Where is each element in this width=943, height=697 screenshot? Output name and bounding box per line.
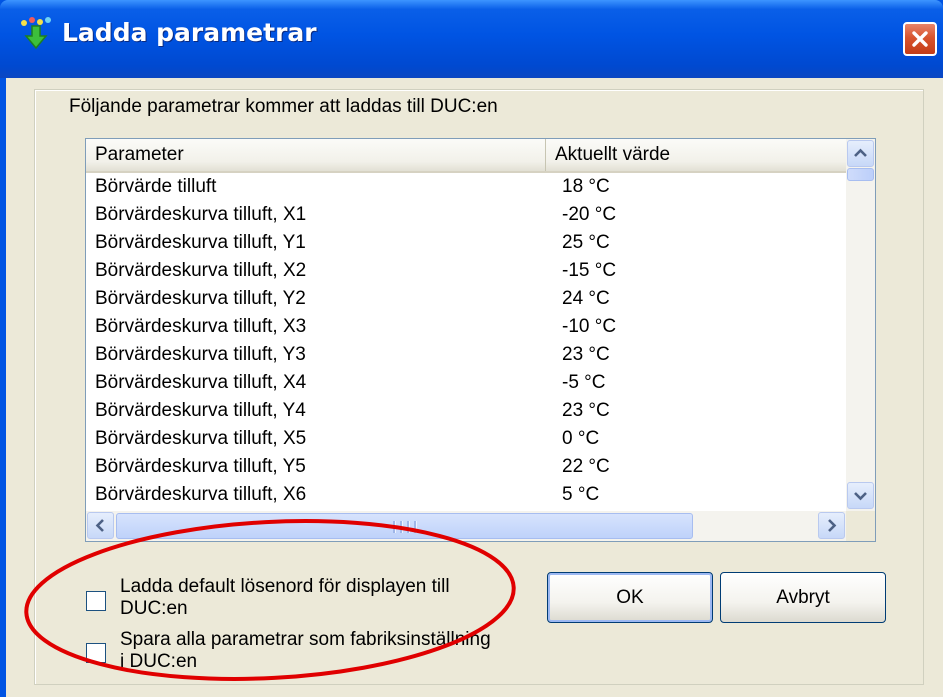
value-cell: 22 °C [562, 456, 610, 477]
scroll-up-button[interactable] [847, 140, 874, 167]
value-cell: -15 °C [562, 260, 617, 281]
value-cell: -20 °C [562, 204, 617, 225]
load-password-label-line2: DUC:en [120, 598, 188, 619]
parameter-cell: Börvärdeskurva tilluft, X1 [95, 204, 307, 225]
save-factory-label-line2: i DUC:en [120, 651, 198, 672]
window-title: Ladda parametrar [62, 18, 317, 47]
parameter-cell: Börvärde tilluft [95, 176, 217, 197]
list-header: Parameter Aktuellt värde [86, 139, 846, 173]
load-password-label[interactable]: Ladda default lösenord för displayen til… [120, 576, 450, 620]
dialog-caption: Följande parametrar kommer att laddas ti… [69, 96, 498, 117]
vertical-scrollbar[interactable] [846, 139, 875, 511]
list-rows: Börvärde tilluft 18 °C Börvärdeskurva til… [86, 173, 846, 509]
parameter-cell: Börvärdeskurva tilluft, X6 [95, 484, 307, 505]
horizontal-scroll-thumb[interactable] [116, 513, 693, 539]
value-cell: -5 °C [562, 372, 606, 393]
value-cell: 23 °C [562, 400, 610, 421]
table-row[interactable]: Börvärdeskurva tilluft, X2 -15 °C [86, 257, 846, 285]
scrollbar-corner [846, 511, 875, 541]
scroll-right-button[interactable] [818, 512, 845, 539]
save-factory-label[interactable]: Spara alla parametrar som fabriksinställ… [120, 629, 491, 673]
table-row[interactable]: Börvärdeskurva tilluft, X3 -10 °C [86, 313, 846, 341]
value-cell: -10 °C [562, 316, 617, 337]
value-cell: 0 °C [562, 428, 600, 449]
title-bar[interactable]: Ladda parametrar [0, 0, 943, 78]
value-cell: 24 °C [562, 288, 610, 309]
value-cell: 5 °C [562, 484, 600, 505]
table-row[interactable]: Börvärdeskurva tilluft, X6 5 °C [86, 481, 846, 509]
scroll-grip-icon [393, 521, 417, 533]
chevron-right-icon [828, 519, 837, 532]
column-header-parameter[interactable]: Parameter [86, 139, 546, 171]
column-header-value[interactable]: Aktuellt värde [546, 139, 846, 171]
table-row[interactable]: Börvärdeskurva tilluft, X5 0 °C [86, 425, 846, 453]
table-row[interactable]: Börvärdeskurva tilluft, X4 -5 °C [86, 369, 846, 397]
parameter-cell: Börvärdeskurva tilluft, X4 [95, 372, 307, 393]
table-row[interactable]: Börvärdeskurva tilluft, X1 -20 °C [86, 201, 846, 229]
close-icon [912, 31, 928, 47]
parameter-cell: Börvärdeskurva tilluft, Y4 [95, 400, 306, 421]
value-cell: 18 °C [562, 176, 610, 197]
table-row[interactable]: Börvärdeskurva tilluft, Y5 22 °C [86, 453, 846, 481]
parameter-cell: Börvärdeskurva tilluft, Y3 [95, 344, 306, 365]
horizontal-scrollbar[interactable] [86, 511, 846, 541]
parameter-cell: Börvärdeskurva tilluft, X3 [95, 316, 307, 337]
parameter-cell: Börvärdeskurva tilluft, Y2 [95, 288, 306, 309]
table-row[interactable]: Börvärdeskurva tilluft, Y1 25 °C [86, 229, 846, 257]
parameter-cell: Börvärdeskurva tilluft, Y5 [95, 456, 306, 477]
save-factory-checkbox[interactable] [86, 643, 106, 663]
parameter-cell: Börvärdeskurva tilluft, X2 [95, 260, 307, 281]
download-arrow-icon [21, 17, 51, 50]
chevron-down-icon [854, 492, 867, 501]
load-password-label-line1: Ladda default lösenord för displayen til… [120, 576, 450, 597]
cancel-button[interactable]: Avbryt [720, 572, 886, 623]
ok-button[interactable]: OK [547, 572, 713, 623]
parameter-list[interactable]: Parameter Aktuellt värde Börvärde tilluf… [85, 138, 876, 542]
scroll-left-button[interactable] [87, 512, 114, 539]
table-row[interactable]: Börvärde tilluft 18 °C [86, 173, 846, 201]
table-row[interactable]: Börvärdeskurva tilluft, Y2 24 °C [86, 285, 846, 313]
table-row[interactable]: Börvärdeskurva tilluft, Y3 23 °C [86, 341, 846, 369]
load-password-checkbox[interactable] [86, 591, 106, 611]
close-button[interactable] [903, 22, 937, 56]
dialog-body: Följande parametrar kommer att laddas ti… [6, 78, 943, 697]
table-row[interactable]: Börvärdeskurva tilluft, Y4 23 °C [86, 397, 846, 425]
parameter-cell: Börvärdeskurva tilluft, Y1 [95, 232, 306, 253]
value-cell: 25 °C [562, 232, 610, 253]
value-cell: 23 °C [562, 344, 610, 365]
chevron-left-icon [95, 519, 104, 532]
dialog-window: Ladda parametrar Följande parametrar kom… [0, 0, 943, 697]
chevron-up-icon [854, 148, 867, 157]
save-factory-label-line1: Spara alla parametrar som fabriksinställ… [120, 629, 491, 650]
scroll-down-button[interactable] [847, 482, 874, 509]
parameter-cell: Börvärdeskurva tilluft, X5 [95, 428, 307, 449]
vertical-scroll-thumb[interactable] [847, 168, 874, 181]
